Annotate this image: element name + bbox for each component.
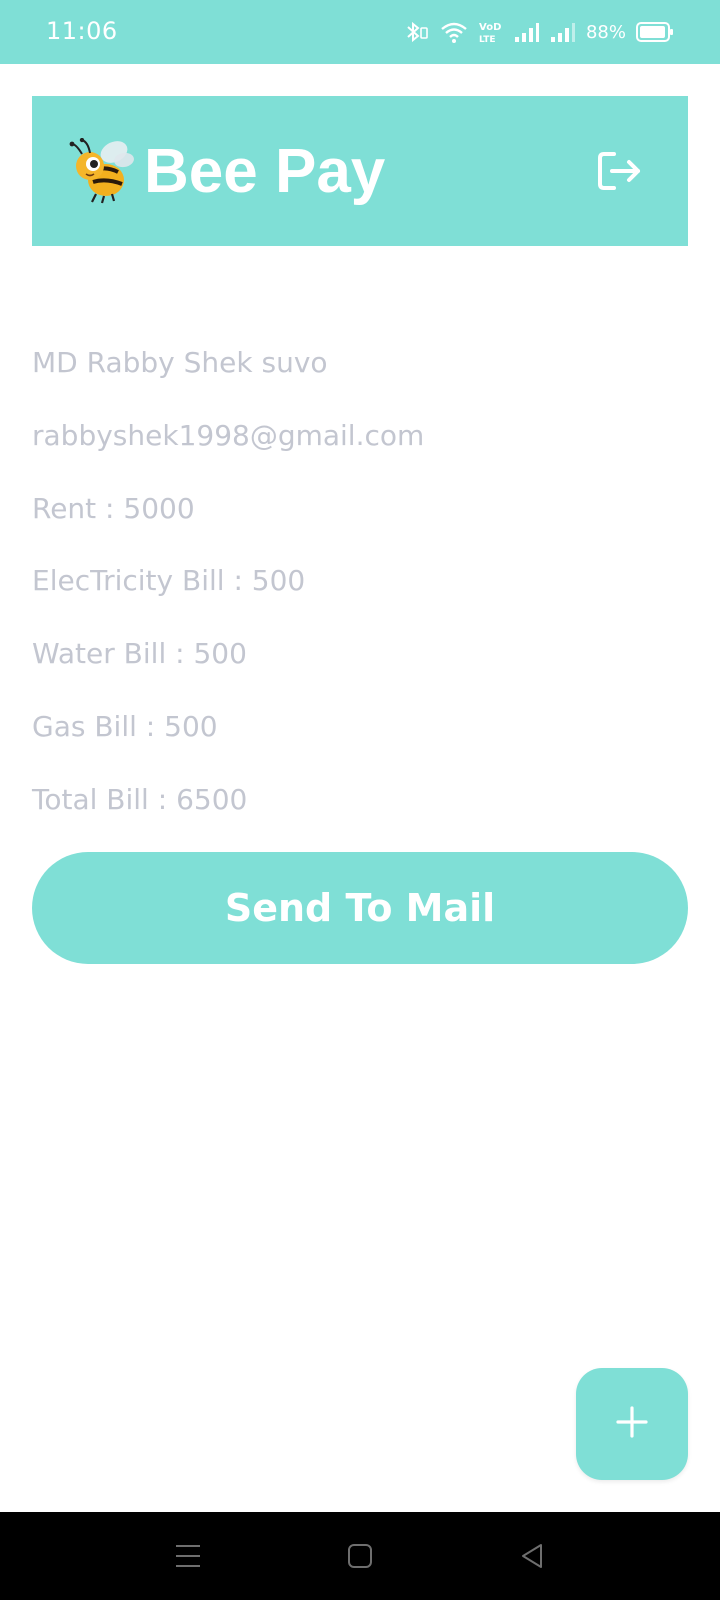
system-nav-bar	[0, 1512, 720, 1600]
wifi-icon	[440, 20, 468, 44]
water-bill: Water Bill : 500	[32, 637, 247, 670]
volte-icon: VoD LTE	[478, 20, 504, 44]
bee-icon	[68, 137, 138, 204]
signal-2-icon	[550, 21, 576, 43]
menu-icon[interactable]	[166, 1534, 210, 1578]
svg-text:VoD: VoD	[479, 22, 501, 33]
signal-1-icon	[514, 21, 540, 43]
battery-percent: 88%	[585, 21, 626, 43]
user-name: MD Rabby Shek suvo	[32, 346, 328, 379]
app-title: Bee Pay	[144, 137, 386, 206]
plus-icon	[614, 1404, 650, 1445]
app-header: Bee Pay	[32, 96, 688, 246]
bluetooth-icon	[404, 20, 430, 44]
user-email: rabbyshek1998@gmail.com	[32, 419, 425, 452]
rent-amount: Rent : 5000	[32, 492, 195, 525]
status-icons: VoD LTE 88%	[404, 18, 674, 46]
logout-icon[interactable]	[592, 144, 648, 198]
send-to-mail-button[interactable]: Send To Mail	[32, 852, 688, 964]
total-bill: Total Bill : 6500	[32, 783, 248, 816]
back-icon[interactable]	[510, 1534, 554, 1578]
gas-bill: Gas Bill : 500	[32, 710, 218, 743]
electricity-bill: ElecTricity Bill : 500	[32, 564, 306, 597]
battery-icon	[636, 21, 674, 43]
add-button[interactable]	[576, 1368, 688, 1480]
status-time: 11:06	[46, 17, 118, 45]
home-icon[interactable]	[338, 1534, 382, 1578]
status-bar: 11:06 VoD LTE 88%	[0, 0, 720, 64]
svg-text:LTE: LTE	[479, 35, 496, 44]
